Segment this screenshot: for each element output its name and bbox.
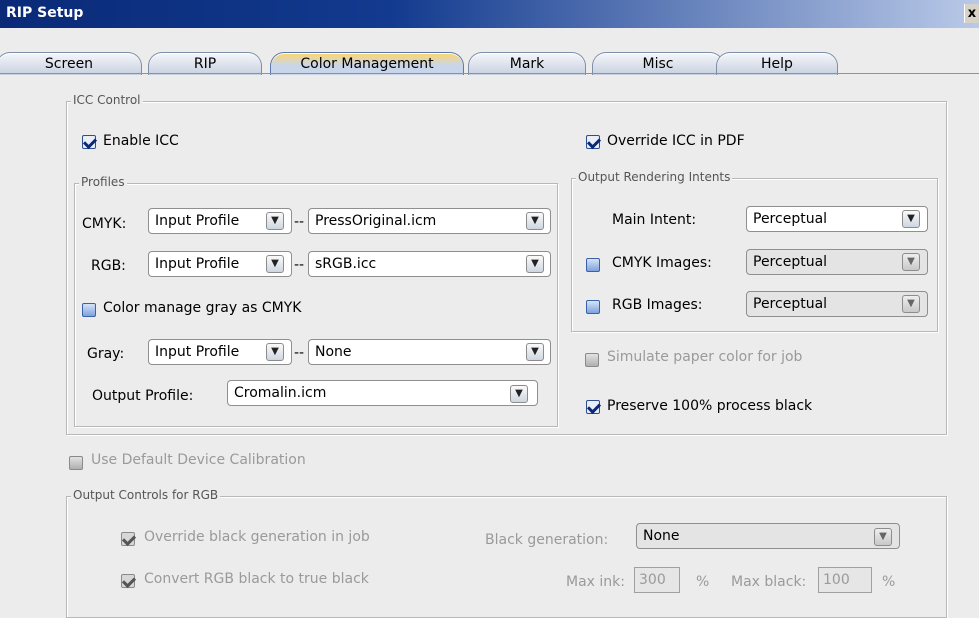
override-icc-pdf-checkbox[interactable]	[586, 135, 600, 149]
rgb-images-label: RGB Images:	[612, 297, 703, 313]
cmyk-images-checkbox[interactable]	[586, 258, 600, 272]
black-generation-label: Black generation:	[485, 532, 609, 548]
tab-divider	[0, 73, 979, 74]
title-bar: RIP Setup x	[0, 0, 979, 28]
preserve-black-checkbox[interactable]	[586, 400, 600, 414]
simulate-paper-checkbox[interactable]	[585, 353, 599, 367]
tab-screen[interactable]: Screen	[0, 52, 142, 75]
rgb-controls-legend: Output Controls for RGB	[71, 488, 221, 502]
preserve-black-label: Preserve 100% process black	[607, 398, 813, 414]
override-icc-pdf-label: Override ICC in PDF	[607, 133, 745, 149]
manage-gray-checkbox[interactable]	[82, 303, 96, 317]
rgb-profile-select[interactable]: sRGB.icc	[308, 251, 551, 277]
tab-rip[interactable]: RIP	[148, 52, 262, 75]
separator: --	[294, 345, 305, 361]
override-black-checkbox[interactable]	[121, 532, 135, 546]
max-black-label: Max black:	[731, 574, 807, 590]
chevron-down-icon[interactable]: ▼	[266, 212, 284, 230]
max-ink-input[interactable]: 300	[634, 567, 680, 593]
max-black-input[interactable]: 100	[818, 567, 872, 593]
chevron-down-icon[interactable]: ▼	[266, 343, 284, 361]
black-generation-select[interactable]: None	[636, 523, 900, 549]
max-black-unit: %	[882, 574, 896, 590]
tab-help[interactable]: Help	[716, 52, 838, 75]
max-ink-label: Max ink:	[566, 574, 625, 590]
cmyk-profile-select[interactable]: PressOriginal.icm	[308, 208, 551, 234]
separator: --	[294, 257, 305, 273]
main-intent-label: Main Intent:	[612, 212, 697, 228]
convert-black-label: Convert RGB black to true black	[144, 571, 369, 587]
chevron-down-icon[interactable]: ▼	[510, 385, 528, 403]
rgb-controls-group: Output Controls for RGB	[66, 488, 947, 618]
rgb-images-checkbox[interactable]	[586, 300, 600, 314]
default-calibration-label: Use Default Device Calibration	[91, 452, 306, 468]
output-profile-label: Output Profile:	[92, 388, 194, 404]
chevron-down-icon[interactable]: ▼	[526, 255, 544, 273]
chevron-down-icon[interactable]: ▼	[526, 343, 544, 361]
tab-color-management[interactable]: Color Management	[270, 52, 464, 75]
gray-profile-select[interactable]: None	[308, 339, 551, 365]
output-profile-select[interactable]: Cromalin.icm	[227, 380, 538, 406]
chevron-down-icon[interactable]: ▼	[526, 212, 544, 230]
chevron-down-icon[interactable]: ▼	[874, 528, 892, 546]
cmyk-label: CMYK:	[82, 216, 127, 232]
profiles-legend: Profiles	[79, 175, 127, 189]
override-black-label: Override black generation in job	[144, 529, 370, 545]
cmyk-images-select[interactable]: Perceptual	[746, 249, 928, 275]
tab-bar: Screen RIP Color Management Mark Misc He…	[0, 28, 979, 75]
chevron-down-icon[interactable]: ▼	[902, 253, 920, 271]
chevron-down-icon[interactable]: ▼	[902, 295, 920, 313]
tab-misc[interactable]: Misc	[592, 52, 724, 75]
max-ink-unit: %	[696, 574, 710, 590]
convert-black-checkbox[interactable]	[121, 574, 135, 588]
close-icon[interactable]: x	[964, 4, 979, 23]
chevron-down-icon[interactable]: ▼	[266, 255, 284, 273]
window-title: RIP Setup	[6, 5, 84, 21]
icc-control-legend: ICC Control	[71, 93, 143, 107]
rendering-intents-legend: Output Rendering Intents	[576, 170, 733, 184]
separator: --	[294, 214, 305, 230]
rgb-images-select[interactable]: Perceptual	[746, 291, 928, 317]
default-calibration-checkbox[interactable]	[69, 456, 83, 470]
simulate-paper-label: Simulate paper color for job	[607, 349, 803, 365]
rgb-label: RGB:	[91, 258, 126, 274]
chevron-down-icon[interactable]: ▼	[902, 210, 920, 228]
gray-label: Gray:	[87, 346, 125, 362]
manage-gray-label: Color manage gray as CMYK	[103, 300, 302, 316]
enable-icc-label: Enable ICC	[103, 133, 179, 149]
main-intent-select[interactable]: Perceptual	[746, 206, 928, 232]
tab-mark[interactable]: Mark	[468, 52, 586, 75]
cmyk-images-label: CMYK Images:	[612, 255, 712, 271]
enable-icc-checkbox[interactable]	[82, 135, 96, 149]
